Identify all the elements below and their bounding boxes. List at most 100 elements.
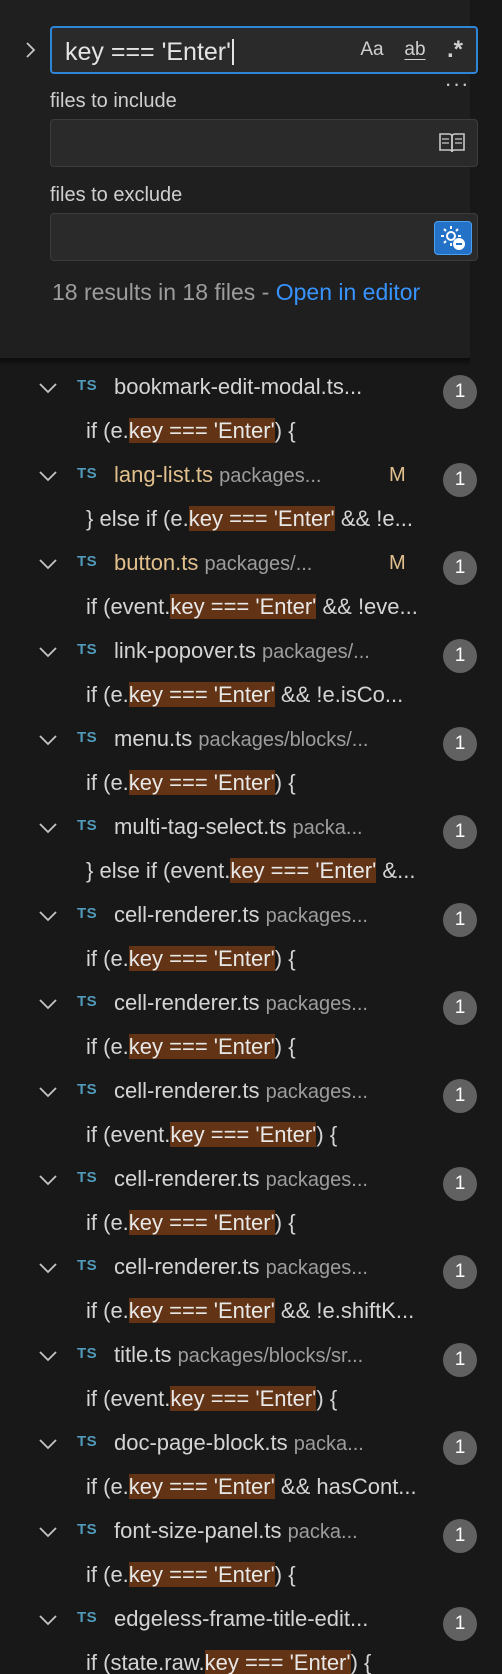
chevron-down-icon[interactable] — [36, 552, 60, 576]
typescript-file-icon: TS — [77, 377, 98, 394]
file-name: cell-renderer.ts — [114, 1078, 260, 1103]
match-prefix: } else if (event. — [86, 858, 231, 883]
match-prefix: if (state.raw. — [86, 1650, 205, 1674]
match-suffix: ) { — [316, 1386, 338, 1411]
file-result-row[interactable]: TS title.ts packages/blocks/sr... 1 — [0, 1334, 502, 1378]
match-suffix: ) { — [274, 1034, 296, 1059]
file-result-row[interactable]: TS button.ts packages/... M 1 — [0, 542, 502, 586]
match-result-row[interactable]: if (e.key === 'Enter') { — [0, 1026, 502, 1070]
match-result-row[interactable]: if (e.key === 'Enter') { — [0, 1554, 502, 1598]
match-result-row[interactable]: if (e.key === 'Enter') { — [0, 938, 502, 982]
file-result-row[interactable]: TS cell-renderer.ts packages... 1 — [0, 982, 502, 1026]
typescript-file-icon: TS — [77, 465, 98, 482]
chevron-down-icon[interactable] — [36, 1344, 60, 1368]
match-preview: if (e.key === 'Enter') { — [86, 946, 496, 972]
match-result-row[interactable]: if (event.key === 'Enter') { — [0, 1114, 502, 1158]
file-label: cell-renderer.ts packages... — [114, 1166, 439, 1192]
open-in-editor-link[interactable]: Open in editor — [276, 279, 420, 305]
file-path: packages... — [265, 905, 368, 927]
toggle-replace-chevron-icon[interactable] — [22, 38, 40, 62]
file-result-row[interactable]: TS cell-renderer.ts packages... 1 — [0, 1158, 502, 1202]
file-path: packages... — [219, 465, 322, 487]
file-result-row[interactable]: TS cell-renderer.ts packages... 1 — [0, 894, 502, 938]
open-editors-book-icon[interactable] — [437, 130, 467, 156]
match-result-row[interactable]: if (e.key === 'Enter') { — [0, 410, 502, 454]
file-result-row[interactable]: TS edgeless-frame-title-edit... 1 — [0, 1598, 502, 1642]
match-result-row[interactable]: if (e.key === 'Enter' && !e.shiftK... — [0, 1290, 502, 1334]
files-to-exclude-field[interactable] — [50, 213, 478, 261]
match-highlight: key === 'Enter' — [204, 1650, 351, 1674]
match-result-row[interactable]: } else if (event.key === 'Enter' &... — [0, 850, 502, 894]
file-result-row[interactable]: TS cell-renderer.ts packages... 1 — [0, 1246, 502, 1290]
chevron-down-icon[interactable] — [36, 992, 60, 1016]
chevron-down-icon[interactable] — [36, 1432, 60, 1456]
chevron-down-icon[interactable] — [36, 1168, 60, 1192]
file-label: cell-renderer.ts packages... — [114, 1078, 439, 1104]
match-whole-word-toggle[interactable]: ab — [397, 34, 433, 66]
file-label: menu.ts packages/blocks/... — [114, 726, 439, 752]
match-result-row[interactable]: if (e.key === 'Enter') { — [0, 762, 502, 806]
chevron-down-icon[interactable] — [36, 1608, 60, 1632]
match-count-badge: 1 — [443, 727, 477, 761]
match-prefix: if (e. — [86, 770, 129, 795]
chevron-down-icon[interactable] — [36, 376, 60, 400]
file-label: doc-page-block.ts packa... — [114, 1430, 439, 1456]
match-suffix: && !e.shiftK... — [274, 1298, 415, 1323]
match-result-row[interactable]: } else if (e.key === 'Enter' && !e... — [0, 498, 502, 542]
match-count-badge: 1 — [443, 639, 477, 673]
file-result-row[interactable]: TS cell-renderer.ts packages... 1 — [0, 1070, 502, 1114]
file-result-row[interactable]: TS doc-page-block.ts packa... 1 — [0, 1422, 502, 1466]
search-query-text: key === 'Enter' — [65, 38, 231, 66]
match-preview: if (e.key === 'Enter') { — [86, 1034, 496, 1060]
match-case-toggle[interactable]: Aa — [355, 34, 389, 66]
file-result-row[interactable]: TS multi-tag-select.ts packa... 1 — [0, 806, 502, 850]
match-preview: if (e.key === 'Enter' && hasCont... — [86, 1474, 496, 1500]
typescript-file-icon: TS — [77, 1169, 98, 1186]
match-result-row[interactable]: if (state.raw.key === 'Enter') { — [0, 1642, 502, 1674]
chevron-down-icon[interactable] — [36, 1256, 60, 1280]
files-to-exclude-input[interactable] — [59, 222, 419, 252]
chevron-down-icon[interactable] — [36, 640, 60, 664]
chevron-down-icon[interactable] — [36, 1520, 60, 1544]
file-path: packages... — [265, 1081, 368, 1103]
more-options-icon[interactable]: ··· — [442, 73, 472, 100]
search-panel: key === 'Enter' Aa ab .* ··· files to in… — [0, 0, 502, 1674]
use-regex-toggle[interactable]: .* — [438, 34, 472, 66]
chevron-down-icon[interactable] — [36, 816, 60, 840]
file-result-row[interactable]: TS menu.ts packages/blocks/... 1 — [0, 718, 502, 762]
typescript-file-icon: TS — [77, 1081, 98, 1098]
match-preview: if (e.key === 'Enter' && !e.shiftK... — [86, 1298, 496, 1324]
match-result-row[interactable]: if (e.key === 'Enter') { — [0, 1202, 502, 1246]
match-preview: if (e.key === 'Enter') { — [86, 1562, 496, 1588]
file-result-row[interactable]: TS lang-list.ts packages... M 1 — [0, 454, 502, 498]
chevron-down-icon[interactable] — [36, 464, 60, 488]
file-path: packages/... — [204, 553, 313, 575]
typescript-file-icon: TS — [77, 993, 98, 1010]
header-shadow — [0, 358, 470, 366]
whole-word-icon: ab — [404, 39, 426, 60]
file-label: cell-renderer.ts packages... — [114, 990, 439, 1016]
match-result-row[interactable]: if (e.key === 'Enter' && !e.isCo... — [0, 674, 502, 718]
search-input[interactable]: key === 'Enter' — [65, 38, 234, 67]
file-path: packages... — [265, 1257, 368, 1279]
match-result-row[interactable]: if (event.key === 'Enter' && !eve... — [0, 586, 502, 630]
match-result-row[interactable]: if (e.key === 'Enter' && hasCont... — [0, 1466, 502, 1510]
match-count-badge: 1 — [443, 1607, 477, 1641]
match-suffix: && !eve... — [316, 594, 418, 619]
chevron-down-icon[interactable] — [36, 728, 60, 752]
typescript-file-icon: TS — [77, 817, 98, 834]
chevron-down-icon[interactable] — [36, 1080, 60, 1104]
file-result-row[interactable]: TS font-size-panel.ts packa... 1 — [0, 1510, 502, 1554]
file-name: cell-renderer.ts — [114, 1254, 260, 1279]
chevron-down-icon[interactable] — [36, 904, 60, 928]
files-to-include-field[interactable] — [50, 119, 478, 167]
file-result-row[interactable]: TS bookmark-edit-modal.ts... 1 — [0, 366, 502, 410]
search-input-box[interactable]: key === 'Enter' Aa ab .* — [50, 26, 478, 74]
files-to-exclude-label: files to exclude — [50, 184, 183, 206]
file-name: cell-renderer.ts — [114, 902, 260, 927]
file-result-row[interactable]: TS link-popover.ts packages/... 1 — [0, 630, 502, 674]
use-exclude-settings-gear-icon[interactable] — [434, 221, 472, 255]
match-count-badge: 1 — [443, 991, 477, 1025]
files-to-include-input[interactable] — [59, 128, 419, 158]
match-result-row[interactable]: if (event.key === 'Enter') { — [0, 1378, 502, 1422]
